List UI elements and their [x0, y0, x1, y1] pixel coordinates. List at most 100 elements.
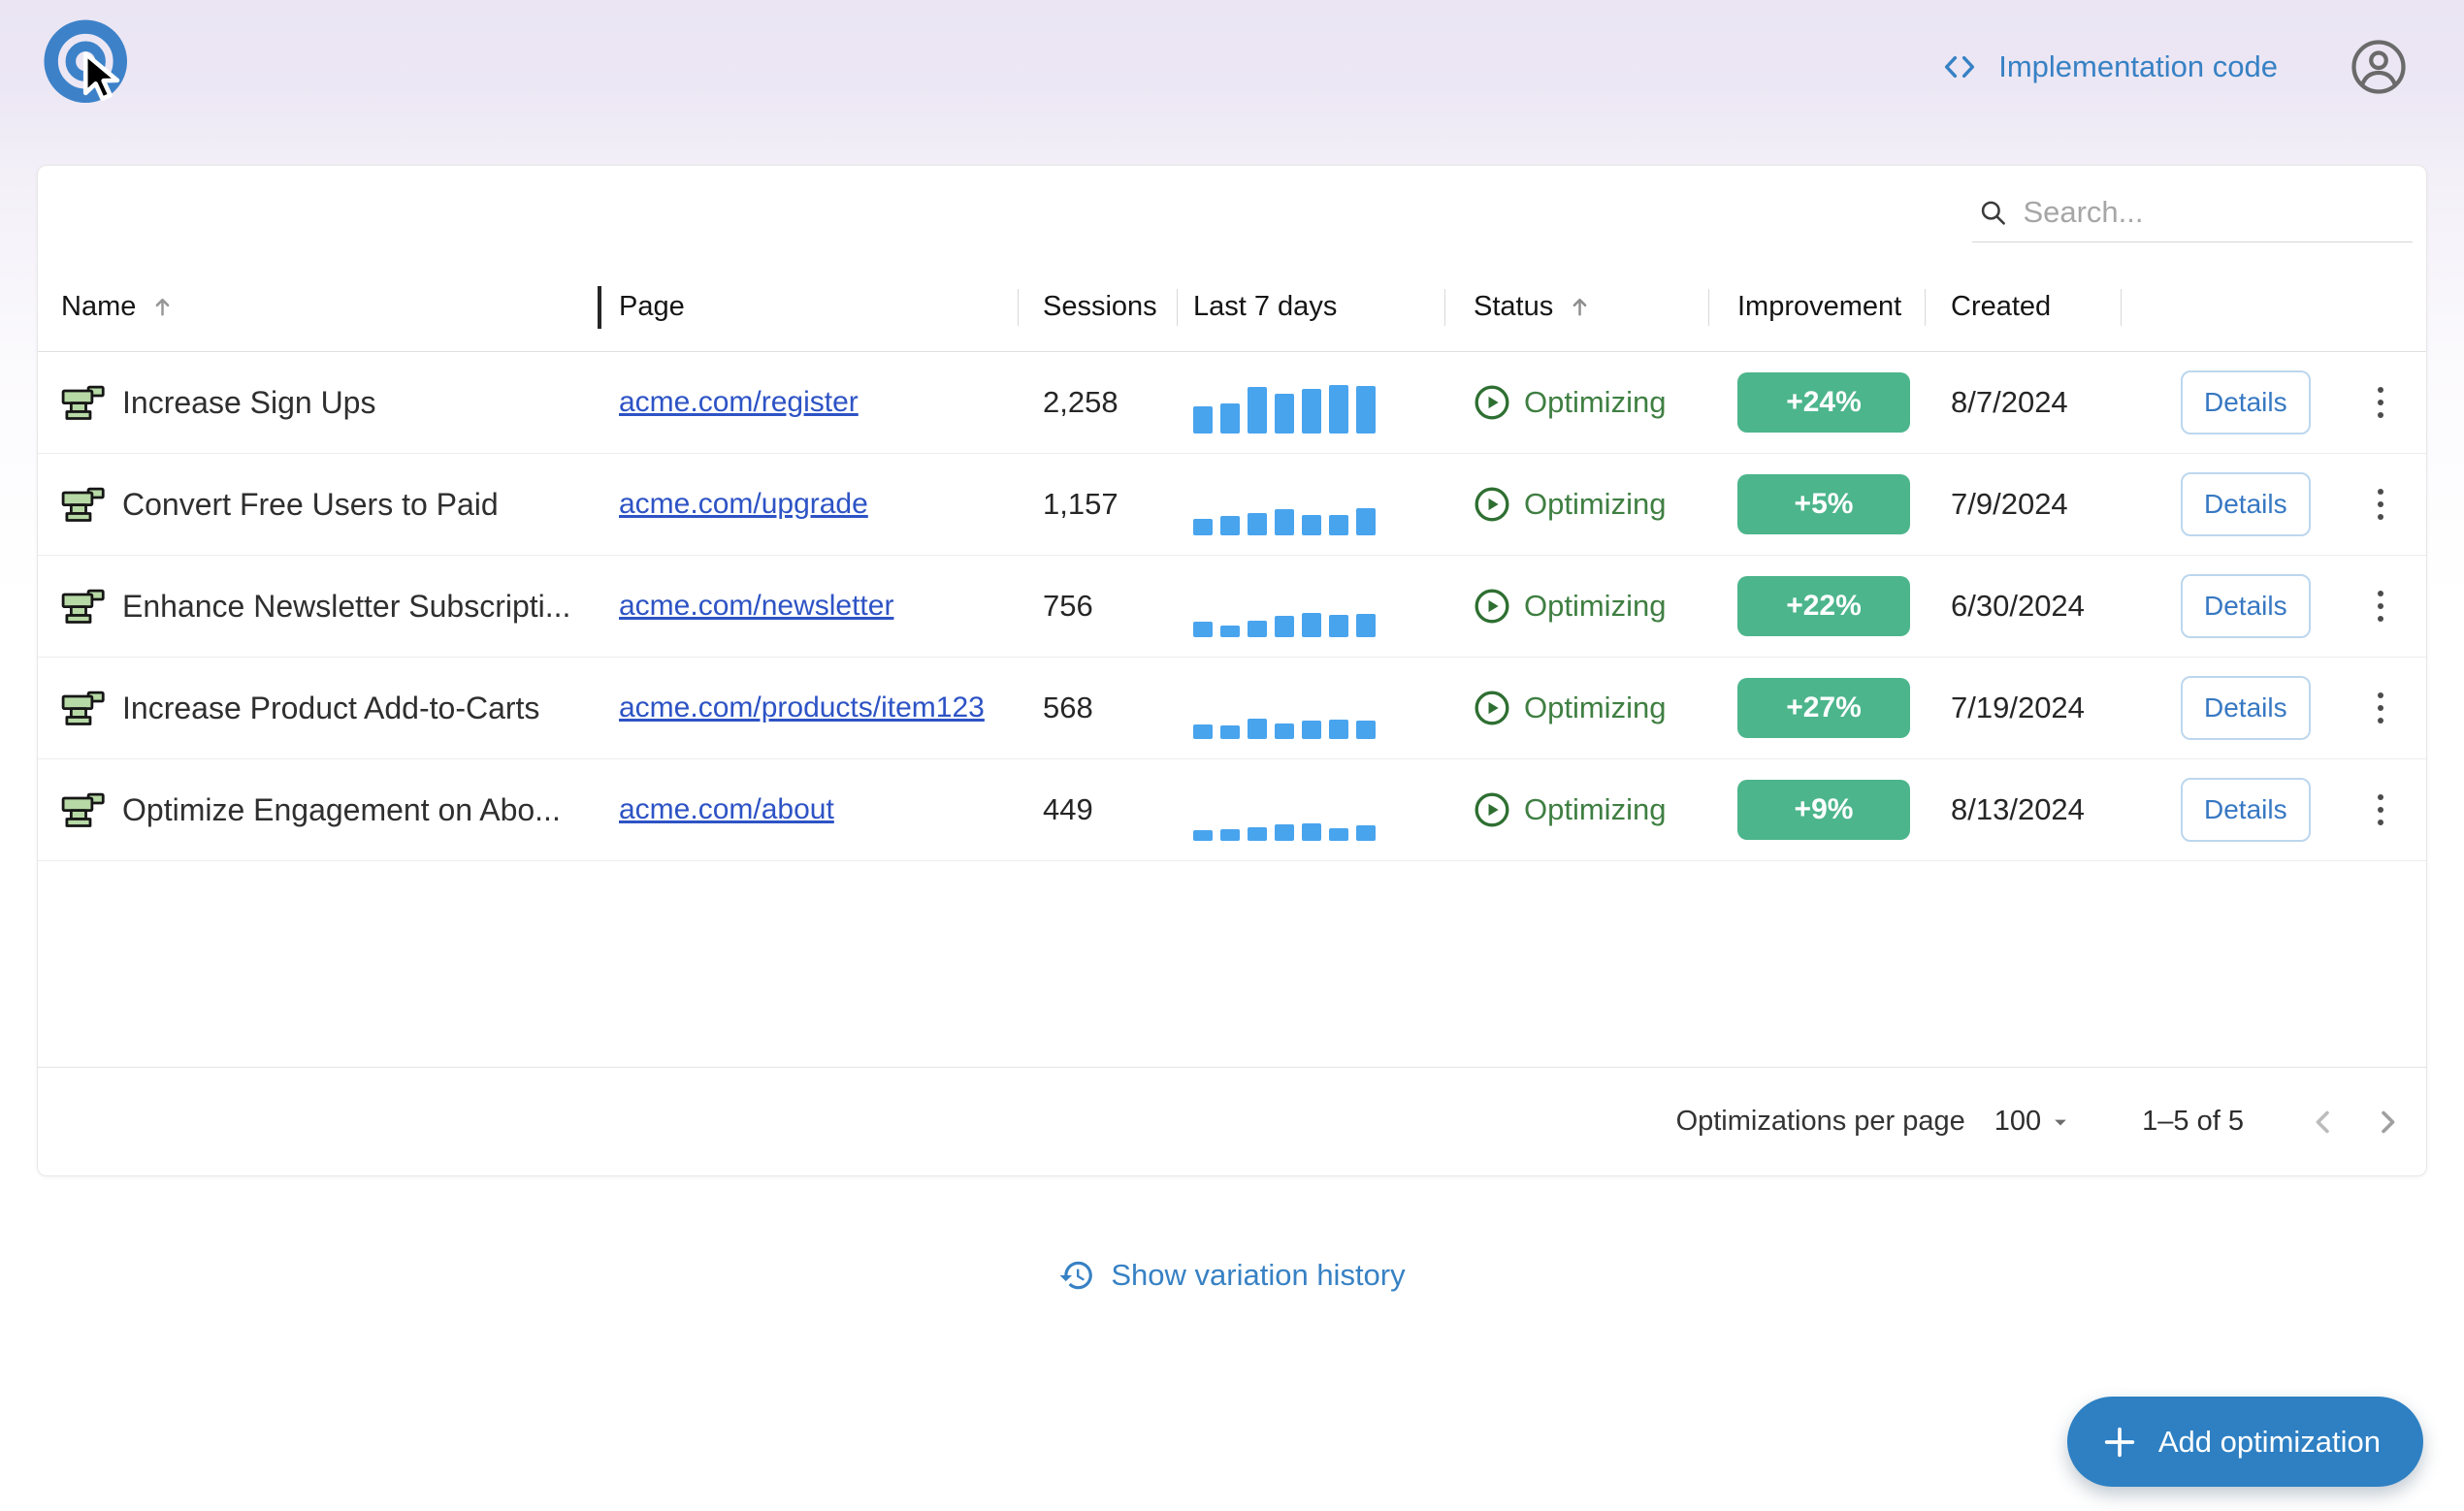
last-7-days-cell	[1177, 454, 1444, 555]
column-header-actions	[2121, 263, 2426, 351]
name-cell: Convert Free Users to Paid	[38, 454, 598, 555]
sessions-cell: 756	[1018, 556, 1177, 657]
details-button[interactable]: Details	[2181, 370, 2311, 434]
table-body: Increase Sign Ups acme.com/register 2,25…	[38, 352, 2426, 861]
per-page-label: Optimizations per page	[1676, 1106, 1965, 1138]
row-menu-button[interactable]	[2361, 677, 2400, 739]
optimization-anvil-icon	[61, 384, 106, 421]
show-variation-history-label: Show variation history	[1111, 1258, 1405, 1293]
optimizing-play-icon	[1474, 791, 1510, 828]
name-cell: Increase Product Add-to-Carts	[38, 658, 598, 758]
improvement-badge: +27%	[1737, 678, 1910, 738]
actions-cell: Details	[2121, 759, 2426, 860]
optimization-name: Enhance Newsletter Subscripti...	[122, 589, 570, 625]
status-label: Optimizing	[1524, 385, 1666, 420]
spark-bar	[1356, 825, 1376, 841]
row-menu-button[interactable]	[2361, 473, 2400, 535]
spark-bar	[1356, 721, 1376, 739]
optimizing-play-icon	[1474, 486, 1510, 523]
page-link[interactable]: acme.com/about	[619, 793, 834, 826]
table-row: Increase Sign Ups acme.com/register 2,25…	[38, 352, 2426, 454]
row-menu-button[interactable]	[2361, 575, 2400, 637]
created-cell: 7/19/2024	[1925, 658, 2121, 758]
improvement-badge: +24%	[1737, 372, 1910, 433]
improvement-badge: +5%	[1737, 474, 1910, 534]
column-header-status[interactable]: Status	[1444, 263, 1708, 351]
per-page-select[interactable]: 100	[1994, 1106, 2074, 1138]
page-link[interactable]: acme.com/newsletter	[619, 590, 893, 623]
previous-page-button[interactable]	[2302, 1101, 2345, 1143]
column-header-page: Page	[598, 263, 1018, 351]
spark-bar	[1220, 403, 1240, 434]
spark-bar	[1248, 827, 1267, 841]
last-7-days-chart	[1193, 487, 1376, 535]
details-button[interactable]: Details	[2181, 472, 2311, 536]
optimization-anvil-icon	[61, 588, 106, 625]
page-cell: acme.com/register	[598, 352, 1018, 453]
last-7-days-cell	[1177, 556, 1444, 657]
page-link[interactable]: acme.com/products/item123	[619, 691, 985, 724]
row-menu-button[interactable]	[2361, 779, 2400, 841]
improvement-badge: +9%	[1737, 780, 1910, 840]
column-label-name: Name	[61, 291, 136, 323]
improvement-cell: +24%	[1708, 352, 1925, 453]
show-variation-history-link[interactable]: Show variation history	[1058, 1257, 1405, 1294]
status-label: Optimizing	[1524, 792, 1666, 827]
spark-bar	[1275, 509, 1294, 535]
last-7-days-chart	[1193, 691, 1376, 739]
actions-cell: Details	[2121, 454, 2426, 555]
created-cell: 7/9/2024	[1925, 454, 2121, 555]
page-cell: acme.com/products/item123	[598, 658, 1018, 758]
status-label: Optimizing	[1524, 487, 1666, 522]
last-7-days-chart	[1193, 589, 1376, 637]
account-menu-button[interactable]	[2350, 38, 2408, 96]
column-label-last-7-days: Last 7 days	[1193, 291, 1337, 323]
page-range-label: 1–5 of 5	[2142, 1106, 2244, 1138]
implementation-code-link[interactable]: Implementation code	[1942, 49, 2278, 84]
name-cell: Enhance Newsletter Subscripti...	[38, 556, 598, 657]
per-page-value: 100	[1994, 1106, 2041, 1138]
column-header-name[interactable]: Name	[38, 263, 598, 351]
search-input[interactable]	[2023, 195, 2409, 230]
spark-bar	[1302, 389, 1321, 434]
search-box[interactable]	[1972, 189, 2413, 242]
spark-bar	[1275, 616, 1294, 637]
last-7-days-cell	[1177, 658, 1444, 758]
code-icon	[1942, 51, 1977, 82]
sessions-value: 2,258	[1043, 385, 1119, 420]
page-link[interactable]: acme.com/upgrade	[619, 488, 868, 521]
created-cell: 8/13/2024	[1925, 759, 2121, 860]
spark-bar	[1329, 615, 1348, 637]
spark-bar	[1329, 720, 1348, 739]
add-optimization-button[interactable]: Add optimization	[2067, 1397, 2423, 1487]
spark-bar	[1356, 386, 1376, 434]
top-bar-right: Implementation code	[1942, 38, 2408, 96]
optimizations-card: Name Page Sessions Last 7 days Status Im…	[37, 165, 2427, 1176]
name-cell: Increase Sign Ups	[38, 352, 598, 453]
status-cell: Optimizing	[1444, 454, 1708, 555]
chevron-right-icon	[2369, 1104, 2406, 1141]
improvement-badge: +22%	[1737, 576, 1910, 636]
top-bar: Implementation code	[0, 0, 2464, 128]
column-header-last-7-days: Last 7 days	[1177, 263, 1444, 351]
avatar-icon	[2350, 38, 2408, 96]
actions-cell: Details	[2121, 556, 2426, 657]
created-date: 6/30/2024	[1951, 589, 2085, 624]
spark-bar	[1220, 829, 1240, 841]
sessions-cell: 1,157	[1018, 454, 1177, 555]
optimization-name: Increase Sign Ups	[122, 385, 375, 421]
details-button[interactable]: Details	[2181, 778, 2311, 842]
table-row: Enhance Newsletter Subscripti... acme.co…	[38, 556, 2426, 658]
page-link[interactable]: acme.com/register	[619, 386, 859, 419]
optimization-name: Optimize Engagement on Abo...	[122, 792, 561, 828]
spark-bar	[1220, 626, 1240, 637]
next-page-button[interactable]	[2366, 1101, 2409, 1143]
column-header-created: Created	[1925, 263, 2121, 351]
actions-cell: Details	[2121, 658, 2426, 758]
app-logo[interactable]	[41, 18, 142, 115]
details-button[interactable]: Details	[2181, 574, 2311, 638]
spark-bar	[1248, 621, 1267, 637]
details-button[interactable]: Details	[2181, 676, 2311, 740]
row-menu-button[interactable]	[2361, 371, 2400, 434]
column-header-sessions: Sessions	[1018, 263, 1177, 351]
